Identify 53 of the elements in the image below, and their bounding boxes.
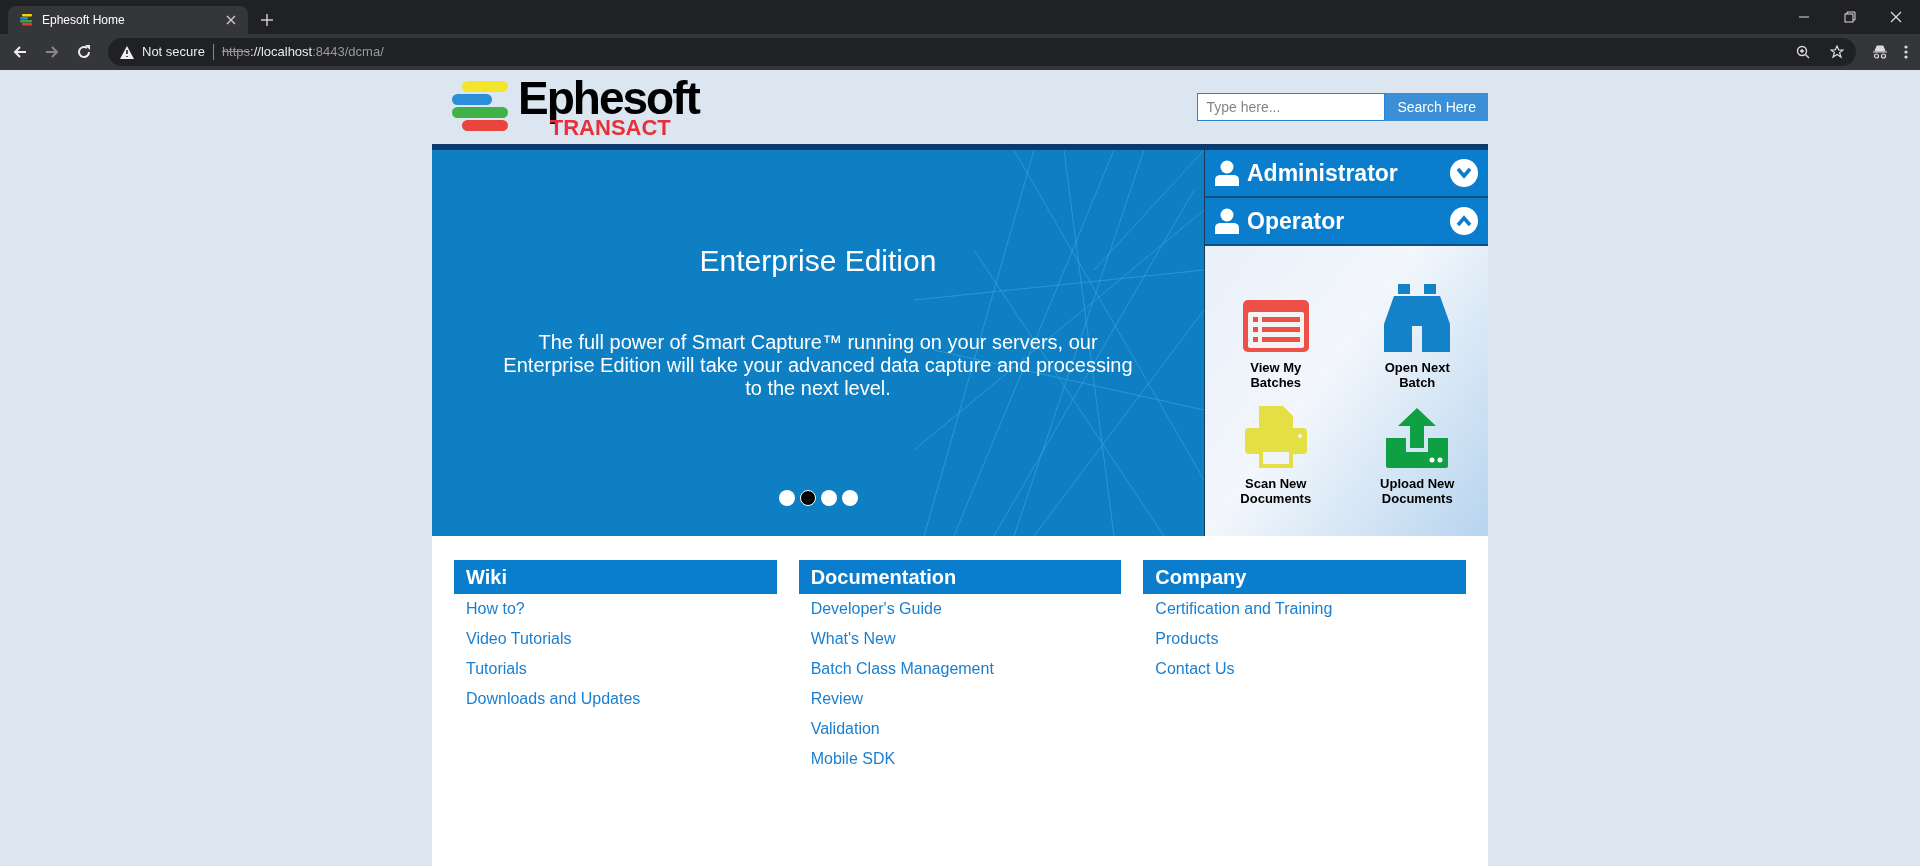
list-icon <box>1242 300 1309 352</box>
url-text: https://localhost:8443/dcma/ <box>221 43 384 62</box>
banner-title: Enterprise Edition <box>699 243 937 279</box>
link[interactable]: Validation <box>798 714 892 744</box>
close-icon[interactable] <box>1890 11 1902 23</box>
logo-icon <box>20 14 34 26</box>
link[interactable]: What's New <box>798 624 908 654</box>
menu-icon[interactable] <box>1904 45 1908 59</box>
link[interactable]: Developer's Guide <box>798 594 954 624</box>
chevron-down-icon[interactable] <box>1450 159 1478 187</box>
section-heading: Wiki <box>454 560 777 594</box>
binoculars-icon <box>1384 284 1451 352</box>
printer-icon <box>1244 406 1307 468</box>
star-icon[interactable] <box>1830 45 1844 59</box>
action-tile[interactable]: View My Batches <box>1205 268 1347 390</box>
address-bar[interactable]: Not secure https://localhost:8443/dcma/ <box>108 38 1856 66</box>
banner-text: The full power of Smart Capture™ running on your servers, our Enterprise Edition will take your advanced data capture and processing to the next level. <box>502 331 1134 400</box>
browser-tab[interactable]: Ephesoft Home <box>8 6 248 34</box>
chevron-up-icon[interactable] <box>1450 207 1478 235</box>
user-icon <box>1215 160 1239 186</box>
search-button[interactable]: Search Here <box>1385 93 1488 121</box>
role-header[interactable]: Administrator <box>1205 150 1488 198</box>
link[interactable]: Certification and Training <box>1143 594 1345 624</box>
link[interactable]: Products <box>1143 624 1231 654</box>
logo[interactable]: Ephesoft TRANSACT <box>452 75 699 139</box>
close-icon[interactable] <box>226 15 236 25</box>
link[interactable]: Video Tutorials <box>454 624 584 654</box>
link[interactable]: Review <box>798 684 876 714</box>
incognito-icon[interactable] <box>1872 45 1888 59</box>
link[interactable]: Tutorials <box>454 654 539 684</box>
link[interactable]: Mobile SDK <box>798 744 908 774</box>
restore-icon[interactable] <box>1844 11 1856 23</box>
security-label: Not secure <box>142 43 205 62</box>
link[interactable]: Batch Class Management <box>798 654 1006 684</box>
action-tile[interactable]: Upload New Documents <box>1346 390 1488 506</box>
action-tile[interactable]: Scan New Documents <box>1205 390 1347 506</box>
section-heading: Documentation <box>798 560 1122 594</box>
upload-icon <box>1386 408 1449 468</box>
tab-title: Ephesoft Home <box>42 12 126 29</box>
section-heading: Company <box>1143 560 1466 594</box>
forward-icon[interactable] <box>44 44 60 60</box>
zoom-icon[interactable] <box>1796 45 1810 59</box>
action-tile[interactable]: Open Next Batch <box>1346 268 1488 390</box>
link[interactable]: Downloads and Updates <box>454 684 653 714</box>
role-header[interactable]: Operator <box>1205 198 1488 246</box>
back-icon[interactable] <box>12 44 28 60</box>
warning-icon <box>120 45 134 59</box>
reload-icon[interactable] <box>76 44 92 60</box>
search-field[interactable]: Type here... <box>1197 93 1386 121</box>
link[interactable]: How to? <box>454 594 537 624</box>
new-tab-icon[interactable] <box>260 13 274 27</box>
link[interactable]: Contact Us <box>1143 654 1247 684</box>
user-icon <box>1215 208 1239 234</box>
